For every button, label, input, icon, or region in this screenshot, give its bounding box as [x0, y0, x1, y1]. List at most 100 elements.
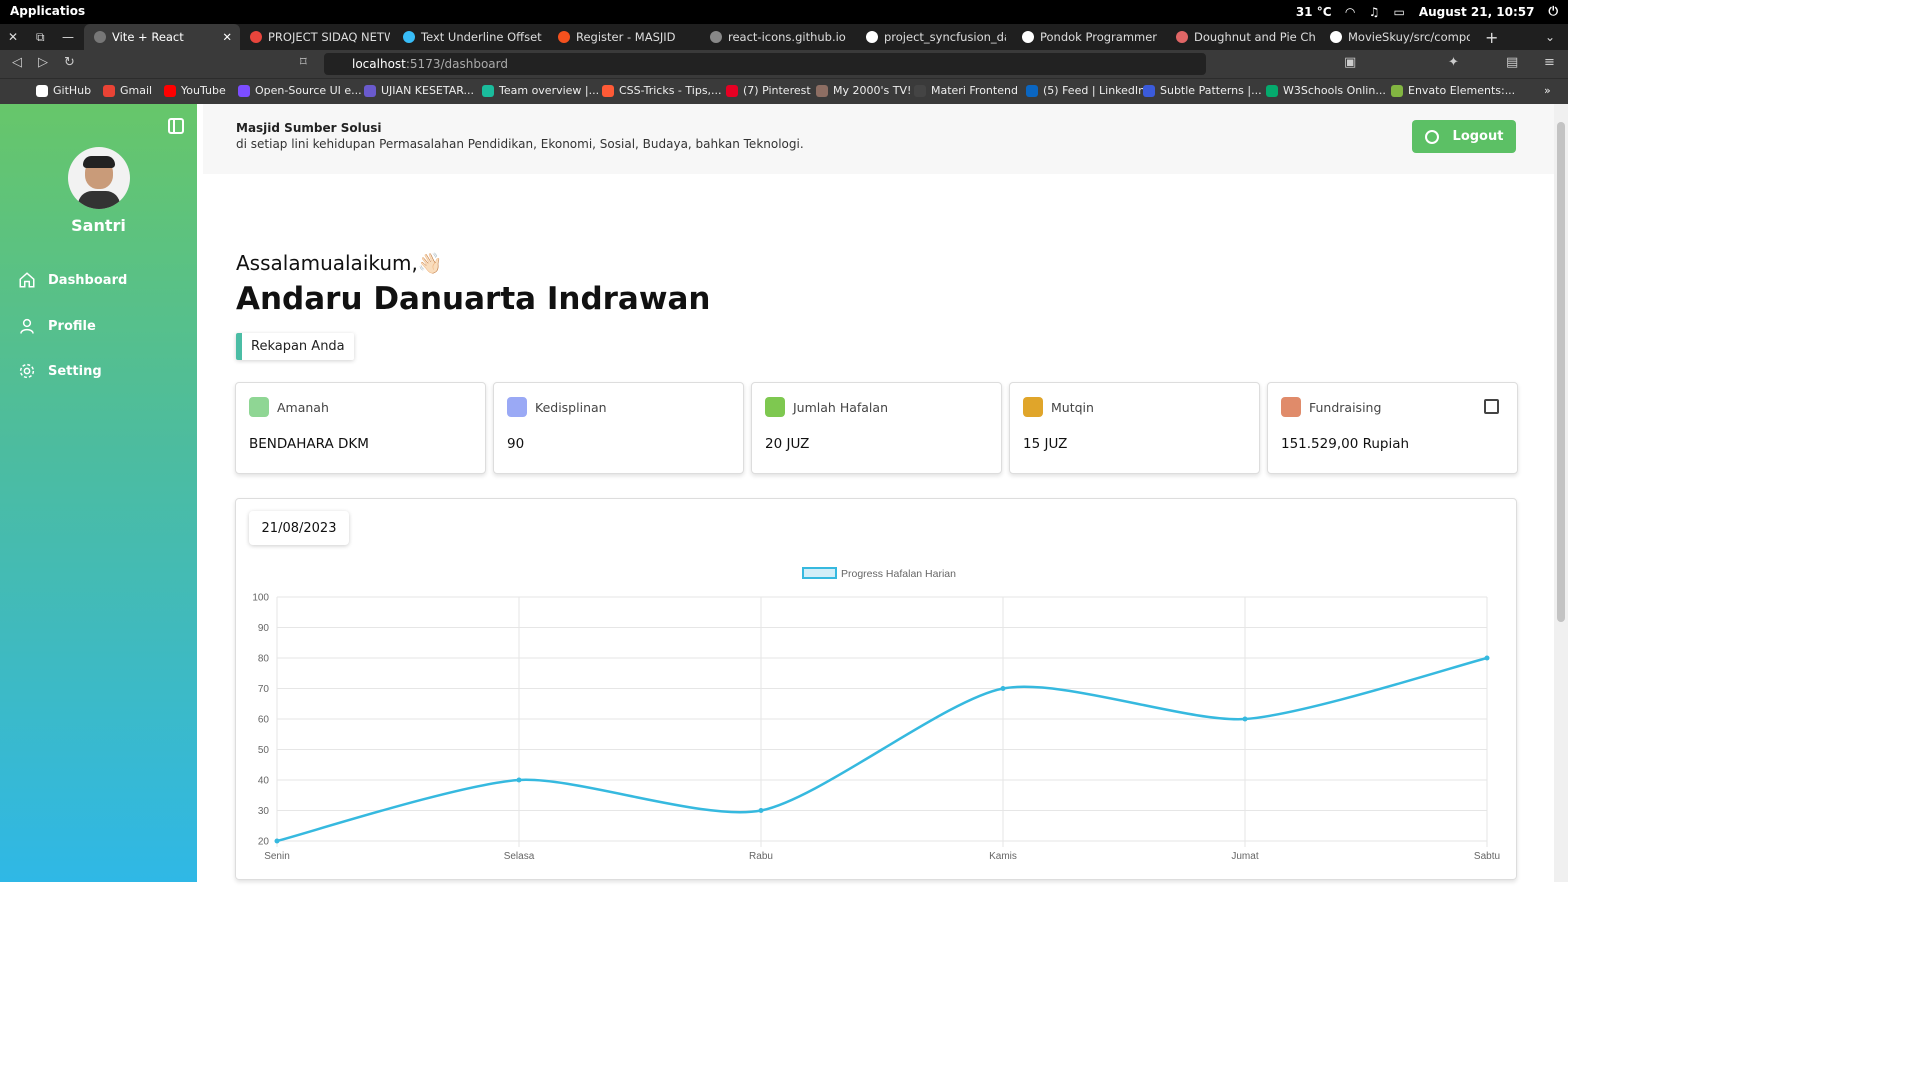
home-icon	[19, 272, 35, 288]
tab-favicon-icon	[866, 31, 878, 43]
clock[interactable]: August 21, 10:57	[1419, 5, 1535, 19]
extension-icon[interactable]: ▣	[1344, 55, 1356, 70]
sidebar-toggle-icon[interactable]	[168, 118, 184, 134]
donation-icon	[1281, 397, 1301, 417]
bookmark-label: (7) Pinterest	[743, 84, 811, 97]
chevron-down-icon[interactable]: ⌄	[1545, 24, 1555, 50]
tab-2[interactable]: Text Underline Offset - Ta	[393, 24, 543, 50]
bookmark-label: GitHub	[53, 84, 92, 97]
tab-label: Text Underline Offset - Ta	[421, 30, 543, 44]
bookmark-item[interactable]: W3Schools Onlin...	[1266, 84, 1386, 97]
menu-icon[interactable]: ≡	[1544, 55, 1555, 70]
bookmark-item[interactable]: GitHub	[36, 84, 91, 97]
tab-label: Vite + React	[112, 30, 184, 44]
chart-card: 21/08/2023 Progress Hafalan Harian 20 30 40…	[235, 498, 1517, 880]
sidebar-item-profile[interactable]: Profile	[18, 317, 96, 335]
card-mutqin: Mutqin 15 JUZ	[1009, 382, 1260, 474]
tab-favicon-icon	[710, 31, 722, 43]
y-tick-label: 80	[258, 654, 270, 665]
puzzle-icon[interactable]: ✦	[1448, 55, 1459, 70]
x-tick-label: Jumat	[1231, 851, 1258, 862]
tab-4[interactable]: react-icons.github.io	[700, 24, 850, 50]
y-tick-label: 30	[258, 806, 270, 817]
bookmark-label: CSS-Tricks - Tips,...	[619, 84, 722, 97]
bookmark-item[interactable]: My 2000's TV!	[816, 84, 911, 97]
bookmark-item[interactable]: Team overview |...	[482, 84, 599, 97]
bookmark-item[interactable]: YouTube	[164, 84, 226, 97]
bookmark-item[interactable]: CSS-Tricks - Tips,...	[602, 84, 722, 97]
reload-icon[interactable]: ↻	[64, 55, 75, 70]
tab-label: MovieSkuy/src/componen	[1348, 30, 1470, 44]
sidebar: Santri Dashboard Profile Setting	[0, 104, 197, 882]
tab-favicon-icon	[94, 31, 106, 43]
back-icon[interactable]: ◁	[12, 55, 22, 70]
greeting: Assalamualaikum,👋🏻	[236, 251, 443, 275]
gear-icon	[19, 363, 35, 379]
music-icon: ♫	[1368, 4, 1380, 19]
tab-7[interactable]: Doughnut and Pie Charts	[1166, 24, 1316, 50]
tab-1[interactable]: PROJECT SIDAQ NETWOR	[240, 24, 390, 50]
tab-5[interactable]: project_syncfusion_dashb	[856, 24, 1006, 50]
browser-toolbar: ◁ ▷ ↻ ⌑ localhost:5173/dashboard ▣ ✦ ▤ ≡	[0, 50, 1568, 78]
bookmark-item[interactable]: (5) Feed | LinkedIn	[1026, 84, 1145, 97]
main-content: Masjid Sumber Solusi di setiap lini kehi…	[197, 104, 1554, 882]
bookmark-favicon-icon	[103, 84, 115, 97]
bookmark-item[interactable]: Open-Source UI e...	[238, 84, 362, 97]
tab-6[interactable]: Pondok Programmer	[1012, 24, 1162, 50]
app-menu[interactable]: Applicatios	[10, 4, 85, 18]
bookmark-item[interactable]: UJIAN KESETAR...	[364, 84, 474, 97]
restore-window-icon[interactable]: ⧉	[36, 24, 45, 50]
tab-3[interactable]: Register - MASJID	[548, 24, 698, 50]
sidebar-item-setting[interactable]: Setting	[18, 362, 102, 380]
close-tab-icon[interactable]: ✕	[222, 30, 232, 44]
forward-icon[interactable]: ▷	[38, 55, 48, 70]
edit-icon[interactable]	[1484, 399, 1499, 414]
bookmark-favicon-icon	[1391, 84, 1403, 97]
data-point	[516, 777, 522, 783]
more-bookmarks-icon[interactable]: »	[1544, 84, 1551, 97]
bookmark-item[interactable]: Subtle Patterns |...	[1143, 84, 1262, 97]
bookmark-item[interactable]: Gmail	[103, 84, 152, 97]
logout-button[interactable]: Logout	[1412, 120, 1516, 153]
y-tick-label: 100	[252, 593, 269, 604]
tab-8[interactable]: MovieSkuy/src/componen	[1320, 24, 1470, 50]
scrollbar-thumb[interactable]	[1557, 122, 1565, 622]
url-path: :5173/dashboard	[405, 57, 508, 71]
bookmark-label: Subtle Patterns |...	[1160, 84, 1262, 97]
bookmark-favicon-icon	[1266, 84, 1278, 97]
tab-favicon-icon	[558, 31, 570, 43]
bookmark-favicon-icon	[914, 84, 926, 97]
sidebar-item-dashboard[interactable]: Dashboard	[18, 271, 127, 289]
power-icon[interactable]: ⏻	[1549, 4, 1559, 19]
y-tick-label: 60	[258, 715, 270, 726]
battery-icon: ▭	[1393, 4, 1405, 19]
bookmark-icon[interactable]: ⌑	[300, 55, 307, 70]
quran-icon	[765, 397, 785, 417]
bookmark-item[interactable]: Materi Frontend	[914, 84, 1018, 97]
bookmark-label: My 2000's TV!	[833, 84, 912, 97]
sidebar-username: Santri	[71, 216, 126, 235]
card-jumlah-hafalan: Jumlah Hafalan 20 JUZ	[751, 382, 1002, 474]
bookmark-item[interactable]: (7) Pinterest	[726, 84, 811, 97]
bookmark-favicon-icon	[164, 84, 176, 97]
logout-label: Logout	[1452, 129, 1504, 144]
tab-0[interactable]: Vite + React ✕	[84, 24, 240, 50]
address-bar[interactable]: localhost:5173/dashboard	[324, 53, 1206, 75]
handshake-icon	[249, 397, 269, 417]
tab-label: Register - MASJID	[576, 30, 676, 44]
weather-temperature: 31 °C	[1295, 4, 1332, 19]
card-fundraising: Fundraising 151.529,00 Rupiah	[1267, 382, 1518, 474]
scrollbar[interactable]	[1554, 104, 1568, 882]
minimize-window-icon[interactable]: —	[62, 24, 74, 50]
wallet-icon[interactable]: ▤	[1506, 55, 1518, 70]
date-picker[interactable]: 21/08/2023	[249, 511, 349, 545]
y-tick-label: 40	[258, 776, 270, 787]
x-tick-label: Senin	[264, 851, 290, 862]
new-tab-icon[interactable]: +	[1485, 24, 1498, 50]
bookmark-favicon-icon	[482, 84, 494, 97]
close-window-icon[interactable]: ✕	[8, 24, 18, 50]
data-point	[274, 838, 280, 844]
bookmark-label: Team overview |...	[499, 84, 600, 97]
tab-label: project_syncfusion_dashb	[884, 30, 1006, 44]
bookmark-item[interactable]: Envato Elements:...	[1391, 84, 1515, 97]
